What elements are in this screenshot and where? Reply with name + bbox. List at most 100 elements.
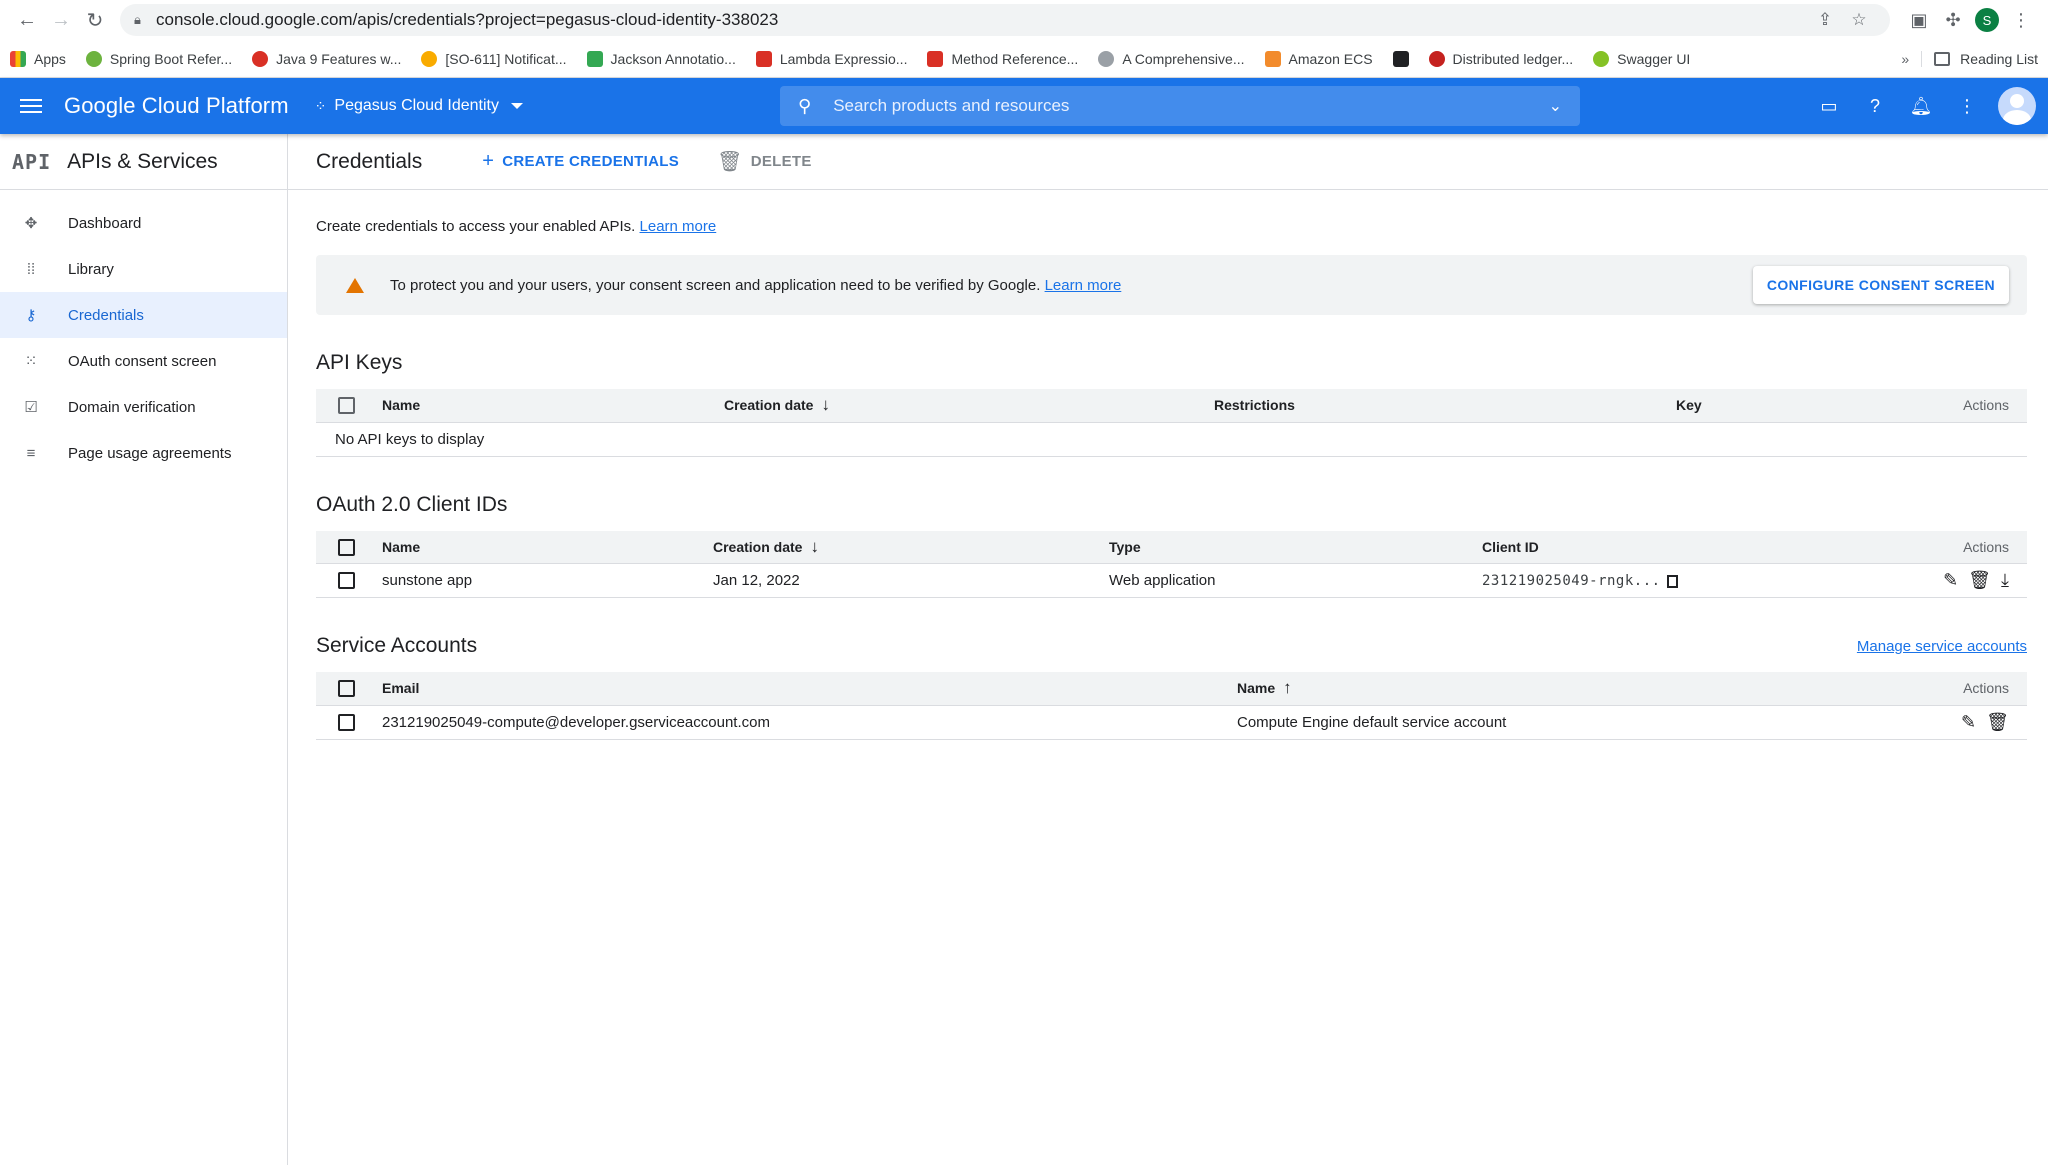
bookmark-item[interactable]: Java 9 Features w... [252,50,401,67]
sidebar-item-domain-verification[interactable]: ☑ Domain verification [0,384,287,430]
checkbox-icon: ☑ [24,399,38,416]
bookmarks-more-button[interactable]: » [1889,50,1923,67]
actions-cell: ✎ 🗑︎ ⤓ [1850,563,2027,598]
table-row[interactable]: sunstone app Jan 12, 2022 Web applicatio… [316,563,2027,598]
table-row[interactable]: 231219025049-compute@developer.gservicea… [316,705,2027,740]
column-key: Key [1676,389,1777,423]
project-selector[interactable]: ⁘ Pegasus Cloud Identity [315,97,523,115]
bookmark-item[interactable]: [SO-611] Notificat... [421,50,567,67]
table-header: Name Creation date ↓ Type Client ID Actio… [316,530,2027,564]
create-credentials-button[interactable]: + CREATE CREDENTIALS [482,150,679,173]
column-actions: Actions [1776,389,2027,423]
bookmark-item[interactable]: Distributed ledger... [1428,50,1573,67]
settings-list-icon: ≡ [26,444,36,462]
help-icon[interactable]: ? [1852,83,1898,129]
reload-icon[interactable]: ↻ [78,3,112,37]
actions-cell: ✎ 🗑︎ [1853,705,2027,740]
sidebar-item-credentials[interactable]: ⚷ Credentials [0,292,287,338]
column-name[interactable]: Name [382,389,724,423]
key-icon: ⚷ [25,307,37,324]
service-account-email[interactable]: 231219025049-compute@developer.gservicea… [382,705,1237,740]
extension-icon[interactable]: ▣ [1902,3,1936,37]
forward-arrow-icon[interactable]: → [44,3,78,37]
edit-icon[interactable]: ✎ [1961,712,1976,733]
reading-list-button[interactable]: Reading List [1934,51,2038,67]
delete-icon[interactable]: 🗑︎ [1986,712,2009,733]
sidebar-item-dashboard[interactable]: ✥ Dashboard [0,200,287,246]
profile-avatar: S [1975,8,1999,32]
profile-button[interactable]: S [1970,3,2004,37]
address-bar[interactable]: 🔒︎ console.cloud.google.com/apis/credent… [120,4,1890,36]
bookmark-apps[interactable]: Apps [10,50,66,67]
bookmark-item[interactable]: Amazon ECS [1264,50,1373,67]
column-email[interactable]: Email [382,672,1237,706]
select-all-checkbox[interactable] [338,397,355,415]
copy-icon[interactable] [1666,574,1678,588]
bookmark-item[interactable]: Spring Boot Refer... [85,50,232,67]
select-all-checkbox[interactable] [338,680,355,698]
column-client-id: Client ID [1482,530,1851,564]
account-avatar[interactable] [1998,87,2036,125]
delete-icon[interactable]: 🗑︎ [1968,570,1991,591]
download-icon[interactable]: ⤓ [2001,570,2009,591]
bookmark-item[interactable]: Lambda Expressio... [755,50,907,67]
select-all-checkbox[interactable] [338,538,355,556]
puzzle-icon[interactable]: ✣ [1936,3,1970,37]
banner-learn-more-link[interactable]: Learn more [1045,277,1122,294]
plus-icon: + [482,150,495,172]
chrome-menu-icon[interactable]: ⋮ [2004,3,2038,37]
apps-grid-icon [10,50,26,67]
bookmark-github[interactable] [1392,50,1409,67]
row-checkbox[interactable] [338,713,355,731]
bookmark-item[interactable]: Method Reference... [927,50,1078,67]
sidebar-item-page-usage[interactable]: ≡ Page usage agreements [0,430,287,476]
jira-icon [421,50,438,67]
dashboard-icon: ✥ [24,215,38,232]
more-vert-icon[interactable]: ⋮ [1944,83,1990,129]
menu-icon[interactable] [20,95,42,117]
star-icon[interactable]: ☆ [1842,10,1876,30]
search-icon: ⚲ [798,95,812,116]
bookmark-item[interactable]: A Comprehensive... [1098,50,1245,67]
warning-icon [346,277,364,293]
learn-more-link[interactable]: Learn more [640,218,717,235]
sidebar-nav: ✥ Dashboard ⁞⁞ Library ⚷ Credentials ⁙ OAuth… [0,190,287,476]
sidebar-header: API APIs & Services [0,134,287,190]
intro-text: Create credentials to access your enable… [316,218,717,235]
gcp-logo[interactable]: Google Cloud Platform [64,93,289,119]
arrow-down-icon: ↓ [810,536,819,556]
row-checkbox[interactable] [338,572,355,590]
manage-service-accounts-link[interactable]: Manage service accounts [1857,638,2027,655]
url-text[interactable]: console.cloud.google.com/apis/credential… [156,10,1808,30]
aws-icon [1264,50,1281,67]
arrow-up-icon: ↑ [1283,678,1292,698]
sidebar-item-oauth-consent[interactable]: ⁙ OAuth consent screen [0,338,287,384]
oauth-title: OAuth 2.0 Client IDs [316,492,508,516]
column-creation-date[interactable]: Creation date ↓ [713,530,1109,564]
cloud-shell-icon[interactable]: ▭ [1806,83,1852,129]
bookmarks-bar: Apps Spring Boot Refer... Java 9 Feature… [0,40,2048,78]
table-row: No API keys to display [316,422,2027,457]
client-id: 231219025049-rngk... [1482,573,1661,589]
bookmark-item[interactable]: Jackson Annotatio... [586,50,736,67]
column-name[interactable]: Name ↑ [1237,672,1854,706]
column-creation-date[interactable]: Creation date ↓ [724,389,1214,423]
client-id-cell: 231219025049-rngk... [1482,563,1851,598]
edit-icon[interactable]: ✎ [1943,570,1958,591]
lock-icon: 🔒︎ [134,12,141,27]
configure-consent-screen-button[interactable]: CONFIGURE CONSENT SCREEN [1752,266,2009,304]
share-icon[interactable]: ⇪ [1808,10,1842,30]
search-input[interactable] [833,96,1549,116]
search-bar[interactable]: ⚲ ⌄ [780,86,1580,126]
notifications-icon[interactable]: 🔔︎ [1898,83,1944,129]
sidebar-item-library[interactable]: ⁞⁞ Library [0,246,287,292]
project-name: Pegasus Cloud Identity [334,97,499,114]
back-arrow-icon[interactable]: ← [10,3,44,37]
service-accounts-header: Service Accounts Manage service accounts [316,634,2027,658]
column-name[interactable]: Name [382,530,713,564]
trash-icon: 🗑︎ [717,151,743,173]
bookmark-item[interactable]: Swagger UI [1593,50,1690,67]
client-name[interactable]: sunstone app [382,563,713,598]
chevron-down-icon[interactable]: ⌄ [1549,96,1562,116]
delete-button[interactable]: 🗑︎ DELETE [717,149,812,174]
